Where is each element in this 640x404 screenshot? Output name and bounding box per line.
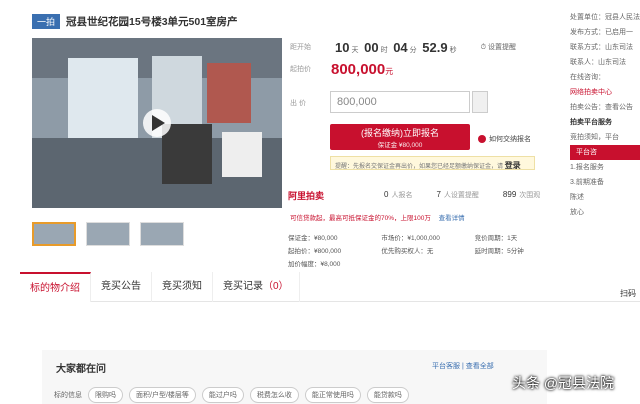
detail-grid: 保证金：¥80,000 市场价：¥1,000,000 竞价周期：1天 起拍价：¥80… — [288, 230, 568, 269]
faq-panel: 大家都在问 平台客服 | 查看全部 标的信息 限购吗 面积/户型/楼层等 能过户… — [42, 350, 547, 404]
faq-chip[interactable]: 税费怎么收 — [249, 387, 299, 403]
start-price-label: 起拍价 — [290, 66, 311, 73]
bid-input[interactable]: 800,000 — [330, 91, 470, 113]
start-price: 800,000元 — [331, 60, 394, 78]
stat-views: 899 次围观 — [502, 190, 541, 199]
main-photo[interactable] — [32, 38, 282, 208]
detail-row: 加价幅度：¥8,000 — [288, 260, 341, 268]
thumbnail[interactable] — [32, 222, 76, 246]
auction-tag: 一拍 — [32, 13, 61, 29]
stats-bar: 阿里拍卖 0 人报名 7 人设置提醒 899 次围观 — [288, 186, 566, 204]
bid-stepper[interactable] — [472, 91, 488, 113]
scan-label[interactable]: 扫码 — [620, 288, 636, 299]
countdown-label: 距开始 — [290, 44, 311, 51]
faq-links[interactable]: 平台客服 | 查看全部 — [432, 361, 494, 371]
help-link[interactable]: 如何交纳报名 — [478, 134, 531, 144]
faq-title: 大家都在问 — [56, 364, 106, 375]
tab-bid-records[interactable]: 竞买记录（0） — [213, 271, 300, 302]
faq-chip[interactable]: 能正常使用吗 — [304, 387, 361, 403]
login-link[interactable]: 登录 — [505, 161, 521, 169]
faq-chip[interactable]: 能贷款吗 — [366, 387, 409, 403]
auction-info: 距开始 10 天 00 时 04 分 52.9 秒 ⏱ 设置提醒 起拍价 800,000… — [290, 36, 568, 80]
signup-button[interactable]: (报名缴纳)立即报名 保证金 ¥80,000 — [330, 124, 470, 150]
thumbnail[interactable] — [140, 222, 184, 246]
detail-row: 起拍价：¥800,000 优先购买权人：无 延时周期：5分钟 — [288, 247, 524, 255]
login-notice: 提醒：先报名交保证金再出价，如果您已经足额缴纳保证金，请 登录 — [330, 156, 535, 170]
remind-button[interactable]: ⏱ 设置提醒 — [481, 42, 516, 52]
tab-bidding-rules[interactable]: 竞买须知 — [152, 271, 213, 302]
thumbnail-strip — [32, 222, 184, 246]
consult-button[interactable]: 平台咨 — [570, 145, 640, 160]
faq-chip[interactable]: 面积/户型/楼层等 — [129, 387, 196, 403]
watermark: 头条 @冠县法院 — [512, 375, 615, 391]
tab-auction-notice[interactable]: 竞买公告 — [91, 271, 152, 302]
page-title: 冠县世纪花园15号楼3单元501室房产 — [66, 15, 238, 28]
faq-chips: 标的信息 限购吗 面积/户型/楼层等 能过户吗 税费怎么收 能正常使用吗 能贷款… — [54, 387, 409, 403]
platform-logo: 阿里拍卖 — [288, 190, 325, 201]
loan-details-link[interactable]: 查看详情 — [439, 215, 465, 222]
loan-promo: 可信贷款起，最高可抵保证金的70%，上限100万 查看详情 — [290, 215, 465, 222]
countdown: 10 天 00 时 04 分 52.9 秒 — [335, 39, 457, 55]
detail-row: 保证金：¥80,000 市场价：¥1,000,000 竞价周期：1天 — [288, 234, 518, 242]
room-photo — [32, 38, 282, 208]
bid-label: 出 价 — [290, 100, 306, 107]
stat-signups: 0 人报名 — [384, 190, 413, 199]
faq-chip[interactable]: 限购吗 — [88, 387, 123, 403]
faq-chip[interactable]: 能过户吗 — [201, 387, 244, 403]
auction-page: 一拍 冠县世纪花园15号楼3单元501室房产 距开始 10 天 00 时 04 分 — [0, 0, 640, 404]
thumbnail[interactable] — [86, 222, 130, 246]
stat-reminders: 7 人设置提醒 — [436, 190, 479, 199]
tab-bar: 标的物介绍 竞买公告 竞买须知 竞买记录（0） — [20, 271, 640, 302]
header: 一拍 冠县世纪花园15号楼3单元501室房产 — [32, 12, 238, 30]
clock-icon: ⏱ — [480, 44, 487, 51]
help-icon — [478, 135, 486, 144]
right-panel: 处置单位：冠县人民法 发布方式：已启用一 联系方式：山东司法 联系人：山东司法 … — [570, 14, 640, 216]
tab-item-intro[interactable]: 标的物介绍 — [20, 271, 91, 302]
